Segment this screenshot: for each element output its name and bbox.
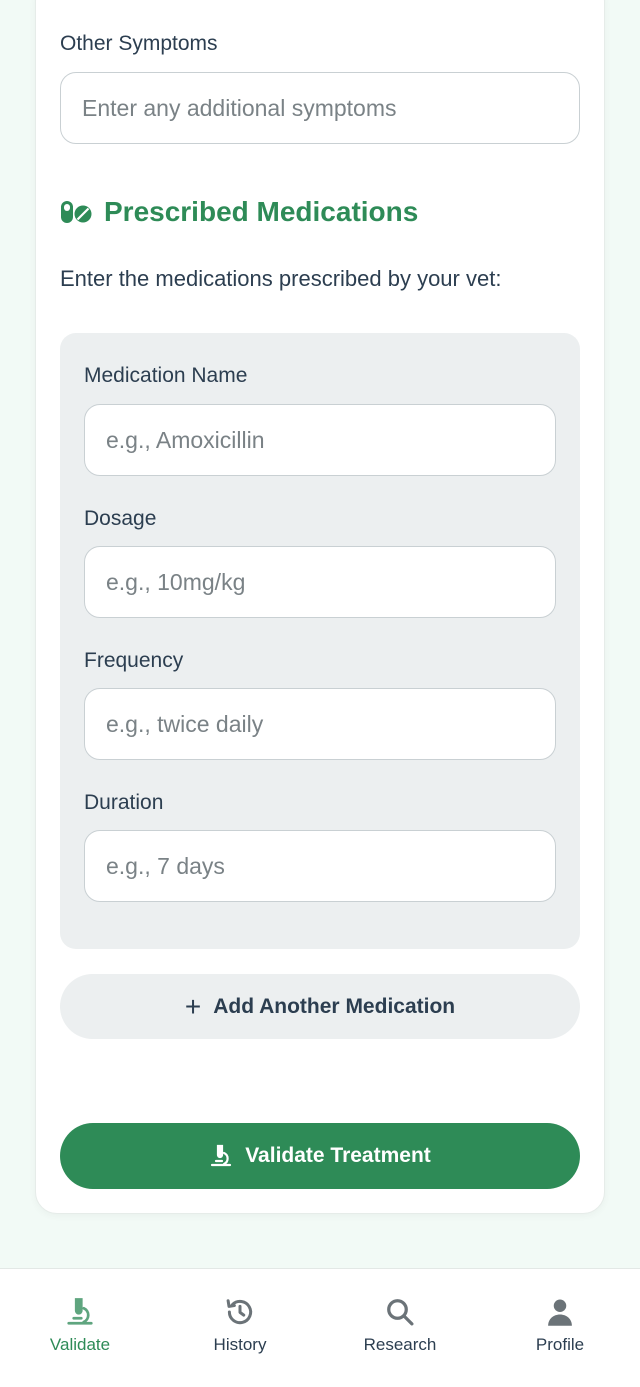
microscope-icon <box>67 1298 93 1325</box>
duration-input[interactable] <box>84 830 556 902</box>
validate-treatment-label: Validate Treatment <box>245 1144 431 1167</box>
other-symptoms-label: Other Symptoms <box>60 32 218 55</box>
other-symptoms-input[interactable] <box>60 72 580 144</box>
medication-name-input[interactable] <box>84 404 556 476</box>
search-icon <box>387 1299 414 1326</box>
validate-treatment-button[interactable]: Validate Treatment <box>60 1123 580 1189</box>
nav-label-profile: Profile <box>535 1335 585 1354</box>
nav-item-research[interactable]: Research <box>320 1269 480 1387</box>
section-title-text: Prescribed Medications <box>104 196 419 227</box>
nav-item-history[interactable]: History <box>160 1269 320 1387</box>
microscope-icon <box>211 1144 232 1167</box>
nav-label-history: History <box>213 1335 267 1354</box>
prescribed-medications-heading: Prescribed Medications <box>60 196 418 228</box>
frequency-input[interactable] <box>84 688 556 760</box>
user-icon <box>548 1299 572 1326</box>
bottom-navigation: Validate History Research Profile <box>0 1268 640 1387</box>
nav-item-profile[interactable]: Profile <box>480 1269 640 1387</box>
pills-icon <box>61 201 92 223</box>
duration-label: Duration <box>84 791 164 814</box>
plus-icon: + <box>184 990 202 1022</box>
nav-item-validate[interactable]: Validate <box>0 1269 160 1387</box>
frequency-label: Frequency <box>84 649 184 672</box>
medications-intro: Enter the medications prescribed by your… <box>60 266 502 291</box>
dosage-input[interactable] <box>84 546 556 618</box>
dosage-label: Dosage <box>84 507 157 530</box>
history-icon <box>226 1299 253 1325</box>
add-medication-button[interactable]: + Add Another Medication <box>60 974 580 1039</box>
nav-label-research: Research <box>363 1335 437 1354</box>
add-medication-label: Add Another Medication <box>213 994 456 1018</box>
nav-label-validate: Validate <box>49 1335 111 1354</box>
medication-name-label: Medication Name <box>84 364 248 387</box>
